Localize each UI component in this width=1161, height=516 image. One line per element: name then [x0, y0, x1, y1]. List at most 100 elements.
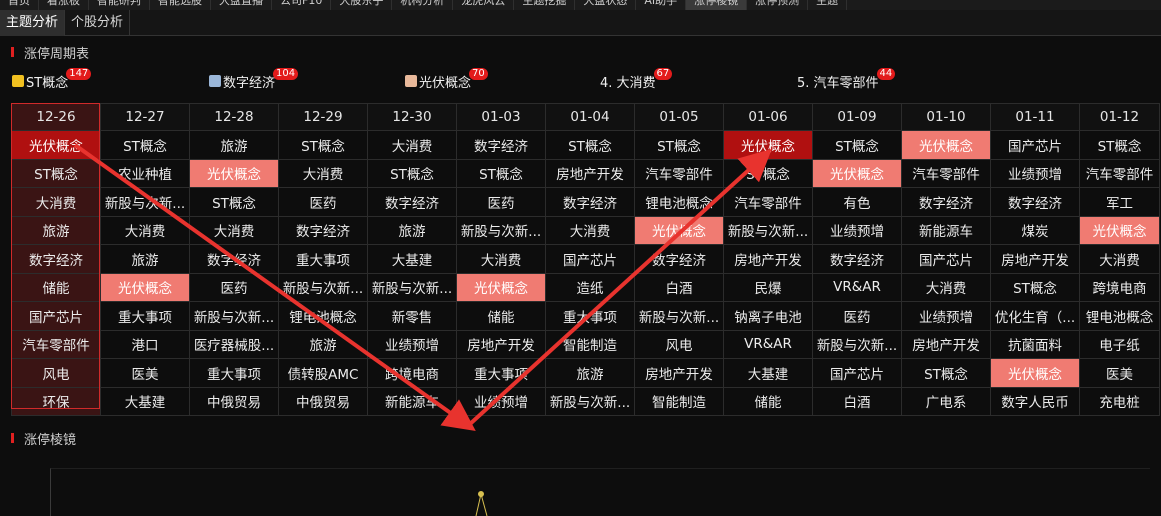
concept-cell[interactable]: 重大事项 — [545, 301, 635, 331]
concept-cell[interactable]: 港口 — [100, 329, 190, 359]
concept-cell[interactable]: 医药 — [812, 301, 902, 331]
concept-cell[interactable]: 优化生育（... — [990, 301, 1080, 331]
concept-cell[interactable]: 国产芯片 — [11, 301, 101, 331]
concept-cell[interactable]: 新能源车 — [901, 215, 991, 245]
concept-cell[interactable]: 抗菌面料 — [990, 329, 1080, 359]
concept-cell[interactable]: 数字经济 — [901, 187, 991, 217]
concept-cell[interactable]: 大消费 — [901, 272, 991, 302]
concept-cell[interactable]: 新股与次新... — [545, 386, 635, 416]
concept-cell[interactable]: 国产芯片 — [990, 130, 1080, 160]
date-header[interactable]: 12-27 — [100, 103, 190, 131]
date-header[interactable]: 12-30 — [367, 103, 457, 131]
concept-cell[interactable]: 跨境电商 — [1079, 272, 1160, 302]
concept-cell[interactable]: 房地产开发 — [990, 244, 1080, 274]
date-header[interactable]: 01-05 — [634, 103, 724, 131]
nav-item[interactable]: 龙虎风云 — [453, 0, 515, 10]
nav-item[interactable]: 公司F10 — [272, 0, 332, 10]
concept-cell[interactable]: 医药 — [456, 187, 546, 217]
concept-cell[interactable]: 数字经济 — [11, 244, 101, 274]
nav-item[interactable]: 首页 — [0, 0, 39, 10]
concept-cell[interactable]: 医药 — [278, 187, 368, 217]
concept-cell[interactable]: 重大事项 — [100, 301, 190, 331]
nav-item[interactable]: 涨停棱镜 — [686, 0, 748, 10]
concept-cell[interactable]: 白酒 — [812, 386, 902, 416]
concept-item-2[interactable]: 数字经济 104 — [209, 68, 299, 92]
concept-cell[interactable]: 旅游 — [278, 329, 368, 359]
concept-cell[interactable]: 国产芯片 — [812, 358, 902, 388]
concept-cell[interactable]: 新股与次新... — [278, 272, 368, 302]
concept-cell[interactable]: 大基建 — [723, 358, 813, 388]
concept-cell[interactable]: 重大事项 — [278, 244, 368, 274]
concept-item-4[interactable]: 4. 大消费 67 — [600, 68, 673, 92]
concept-cell[interactable]: ST概念 — [278, 130, 368, 160]
concept-cell[interactable]: 新股与次新... — [456, 215, 546, 245]
concept-cell[interactable]: 光伏概念 — [634, 215, 724, 245]
concept-cell[interactable]: 新股与次新... — [189, 301, 279, 331]
concept-cell[interactable]: ST概念 — [189, 187, 279, 217]
concept-cell[interactable]: 房地产开发 — [901, 329, 991, 359]
concept-cell[interactable]: ST概念 — [367, 158, 457, 188]
concept-cell[interactable]: 医美 — [1079, 358, 1160, 388]
concept-cell[interactable]: 数字经济 — [189, 244, 279, 274]
concept-cell[interactable]: 业绩预增 — [812, 215, 902, 245]
concept-cell[interactable]: ST概念 — [1079, 130, 1160, 160]
concept-cell[interactable]: 光伏概念 — [812, 158, 902, 188]
concept-cell[interactable]: VR&AR — [812, 272, 902, 302]
concept-cell[interactable]: 重大事项 — [189, 358, 279, 388]
concept-cell[interactable]: 业绩预增 — [901, 301, 991, 331]
concept-cell[interactable]: ST概念 — [990, 272, 1080, 302]
concept-cell[interactable]: 民爆 — [723, 272, 813, 302]
date-header[interactable]: 01-04 — [545, 103, 635, 131]
concept-cell[interactable]: 广电系 — [901, 386, 991, 416]
concept-cell[interactable]: 军工 — [1079, 187, 1160, 217]
concept-cell[interactable]: 汽车零部件 — [901, 158, 991, 188]
concept-cell[interactable]: 光伏概念 — [723, 130, 813, 160]
date-header[interactable]: 12-29 — [278, 103, 368, 131]
concept-cell[interactable]: 医药 — [189, 272, 279, 302]
date-header[interactable]: 01-11 — [990, 103, 1080, 131]
concept-cell[interactable]: 光伏概念 — [901, 130, 991, 160]
concept-cell[interactable]: 储能 — [456, 301, 546, 331]
concept-cell[interactable]: 房地产开发 — [456, 329, 546, 359]
concept-cell[interactable]: 汽车零部件 — [723, 187, 813, 217]
concept-cell[interactable]: 光伏概念 — [189, 158, 279, 188]
tab-stock-analysis[interactable]: 个股分析 — [65, 10, 131, 36]
concept-cell[interactable]: ST概念 — [812, 130, 902, 160]
concept-cell[interactable]: 农业种植 — [100, 158, 190, 188]
concept-cell[interactable]: 数字经济 — [634, 244, 724, 274]
concept-cell[interactable]: 煤炭 — [990, 215, 1080, 245]
concept-cell[interactable]: 大基建 — [100, 386, 190, 416]
date-header[interactable]: 01-09 — [812, 103, 902, 131]
concept-item-5[interactable]: 5. 汽车零部件 44 — [797, 68, 896, 92]
concept-cell[interactable]: 数字经济 — [812, 244, 902, 274]
concept-cell[interactable]: ST概念 — [901, 358, 991, 388]
concept-cell[interactable]: 数字经济 — [456, 130, 546, 160]
concept-cell[interactable]: 新股与次新... — [812, 329, 902, 359]
concept-item-1[interactable]: ST概念 147 — [12, 68, 92, 92]
concept-cell[interactable]: 大消费 — [278, 158, 368, 188]
concept-cell[interactable]: 大消费 — [11, 187, 101, 217]
concept-cell[interactable]: 数字经济 — [990, 187, 1080, 217]
concept-cell[interactable]: 锂电池概念 — [278, 301, 368, 331]
date-header[interactable]: 01-06 — [723, 103, 813, 131]
concept-cell[interactable]: 大消费 — [367, 130, 457, 160]
concept-cell[interactable]: 旅游 — [545, 358, 635, 388]
concept-cell[interactable]: 大消费 — [456, 244, 546, 274]
nav-item[interactable]: 主题挖掘 — [514, 0, 576, 10]
nav-item[interactable]: AI助手 — [636, 0, 687, 10]
concept-cell[interactable]: 钠离子电池 — [723, 301, 813, 331]
concept-cell[interactable]: 风电 — [634, 329, 724, 359]
concept-cell[interactable]: 房地产开发 — [545, 158, 635, 188]
concept-cell[interactable]: 环保 — [11, 386, 101, 416]
concept-cell[interactable]: 光伏概念 — [456, 272, 546, 302]
concept-cell[interactable]: 大消费 — [1079, 244, 1160, 274]
date-header[interactable]: 12-26 — [11, 103, 101, 131]
nav-item[interactable]: 智能研判 — [89, 0, 150, 10]
concept-cell[interactable]: 新股与次新... — [367, 272, 457, 302]
concept-cell[interactable]: 医美 — [100, 358, 190, 388]
concept-cell[interactable]: 大消费 — [189, 215, 279, 245]
concept-cell[interactable]: 债转股AMC — [278, 358, 368, 388]
concept-cell[interactable]: 旅游 — [189, 130, 279, 160]
date-header[interactable]: 01-10 — [901, 103, 991, 131]
concept-cell[interactable]: 旅游 — [100, 244, 190, 274]
